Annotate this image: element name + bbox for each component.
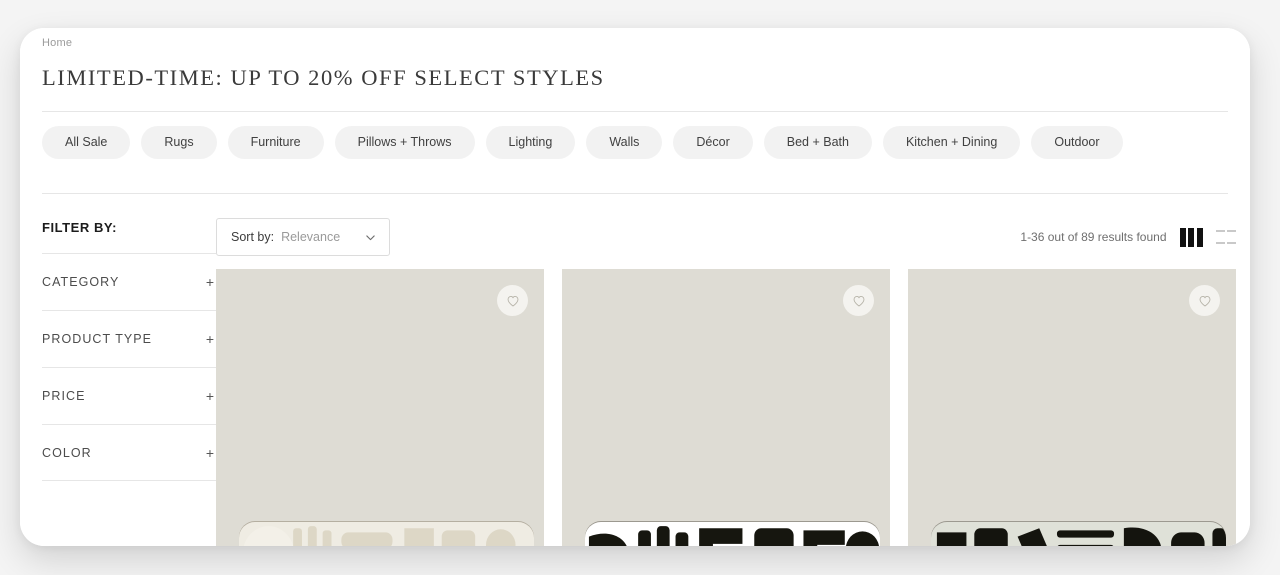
browser-window: Home LIMITED-TIME: UP TO 20% OFF SELECT … bbox=[20, 28, 1250, 546]
product-grid bbox=[216, 269, 1236, 546]
filter-label: PRICE bbox=[42, 389, 86, 403]
filter-by-heading: FILTER BY: bbox=[42, 220, 118, 235]
filter-label: CATEGORY bbox=[42, 275, 120, 289]
category-pill-kitchen-dining[interactable]: Kitchen + Dining bbox=[882, 126, 1021, 159]
sort-by-label: Sort by: bbox=[231, 230, 275, 244]
toolbar-right-group: 1-36 out of 89 results found bbox=[1020, 227, 1236, 248]
product-image bbox=[562, 269, 890, 546]
product-image bbox=[908, 269, 1236, 546]
category-pill-furniture[interactable]: Furniture bbox=[227, 126, 324, 159]
breadcrumb: Home bbox=[20, 28, 1250, 49]
results-column: Sort by: Relevance 1-36 out of 89 result… bbox=[216, 194, 1250, 546]
grid-bar bbox=[1188, 227, 1194, 247]
filter-sidebar: FILTER BY: CATEGORY + PRODUCT TYPE + PRI… bbox=[20, 194, 216, 546]
heart-icon bbox=[853, 295, 864, 306]
page-title: LIMITED-TIME: UP TO 20% OFF SELECT STYLE… bbox=[42, 65, 605, 90]
grid-cell bbox=[1215, 241, 1225, 244]
category-pill-nav: All Sale Rugs Furniture Pillows + Throws… bbox=[20, 112, 1250, 173]
category-pill-pillows-throws[interactable]: Pillows + Throws bbox=[334, 126, 475, 159]
chevron-down-icon bbox=[366, 234, 375, 240]
plus-icon: + bbox=[205, 331, 214, 347]
results-count: 1-36 out of 89 results found bbox=[1020, 230, 1167, 244]
wishlist-button[interactable] bbox=[1189, 285, 1220, 316]
results-toolbar: Sort by: Relevance 1-36 out of 89 result… bbox=[216, 216, 1236, 258]
wishlist-button[interactable] bbox=[497, 285, 528, 316]
product-pillow-beige bbox=[238, 522, 535, 546]
grid-bar bbox=[1196, 227, 1203, 247]
category-pill-all-sale[interactable]: All Sale bbox=[42, 126, 131, 159]
plus-icon: + bbox=[205, 444, 214, 461]
filter-section-color[interactable]: COLOR + bbox=[42, 424, 216, 481]
product-pillow-black-sage bbox=[930, 522, 1227, 546]
four-column-grid-icon[interactable] bbox=[1215, 227, 1236, 248]
category-pill-bed-bath[interactable]: Bed + Bath bbox=[763, 126, 872, 159]
heart-icon bbox=[507, 295, 518, 306]
category-pill-walls[interactable]: Walls bbox=[586, 126, 663, 159]
wishlist-button[interactable] bbox=[843, 285, 874, 316]
filter-section-category[interactable]: CATEGORY + bbox=[42, 253, 216, 310]
three-column-grid-icon[interactable] bbox=[1179, 227, 1203, 247]
grid-cell bbox=[1227, 241, 1236, 244]
plus-icon: + bbox=[205, 274, 214, 290]
grid-cell bbox=[1227, 230, 1236, 233]
category-pill-outdoor[interactable]: Outdoor bbox=[1031, 126, 1123, 159]
product-image bbox=[216, 269, 544, 546]
product-card[interactable] bbox=[216, 269, 544, 546]
category-pill-decor[interactable]: Décor bbox=[673, 126, 753, 159]
grid-cell bbox=[1215, 230, 1225, 233]
sort-by-value: Relevance bbox=[281, 230, 341, 244]
plus-icon: + bbox=[205, 388, 214, 404]
page-scroll-area[interactable]: Home LIMITED-TIME: UP TO 20% OFF SELECT … bbox=[20, 28, 1250, 546]
category-pill-lighting[interactable]: Lighting bbox=[485, 126, 576, 159]
category-pill-rugs[interactable]: Rugs bbox=[141, 126, 217, 159]
filter-section-price[interactable]: PRICE + bbox=[42, 367, 216, 424]
grid-bar bbox=[1179, 227, 1186, 247]
product-card[interactable] bbox=[908, 269, 1236, 546]
heart-icon bbox=[1199, 295, 1210, 306]
filter-section-product-type[interactable]: PRODUCT TYPE + bbox=[42, 310, 216, 367]
filter-label: PRODUCT TYPE bbox=[42, 332, 153, 346]
main-body: FILTER BY: CATEGORY + PRODUCT TYPE + PRI… bbox=[20, 194, 1250, 546]
sort-by-select[interactable]: Sort by: Relevance bbox=[216, 218, 390, 256]
breadcrumb-item-home[interactable]: Home bbox=[42, 37, 72, 49]
product-pillow-black-white bbox=[584, 522, 881, 546]
filter-label: COLOR bbox=[42, 445, 92, 460]
product-card[interactable] bbox=[562, 269, 890, 546]
